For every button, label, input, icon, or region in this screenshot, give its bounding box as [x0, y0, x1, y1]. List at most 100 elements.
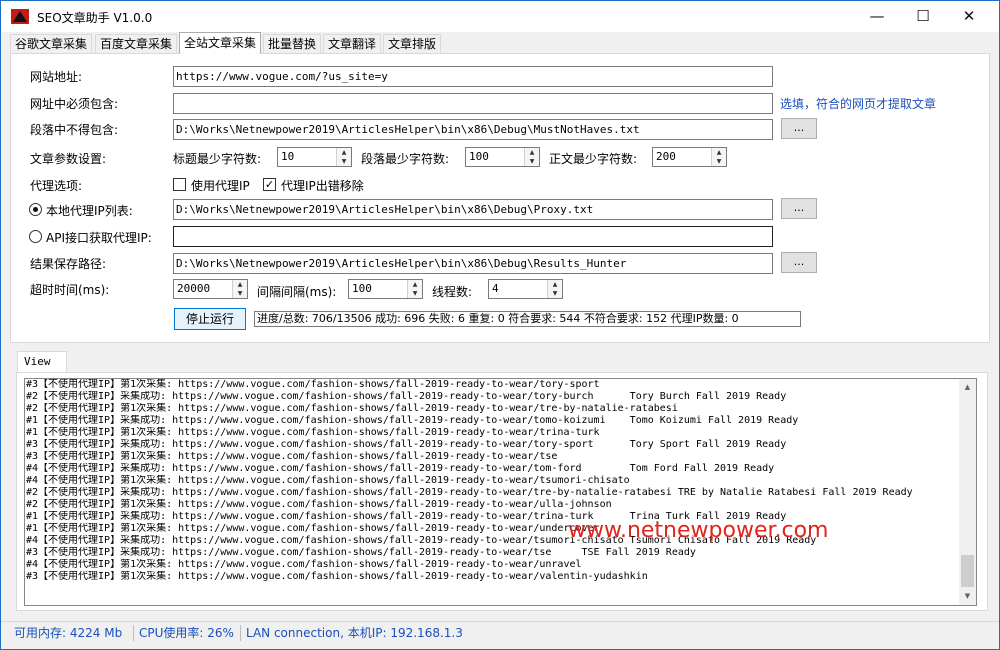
app-window: SEO文章助手 V1.0.0 — ☐ ✕ 谷歌文章采集 百度文章采集 全站文章采…: [0, 0, 1000, 650]
para-min-stepper[interactable]: 100 ▲ ▼: [465, 147, 540, 167]
spin-down-icon[interactable]: ▼: [408, 289, 422, 298]
spin-down-icon[interactable]: ▼: [233, 289, 247, 298]
log-output[interactable]: #3【不使用代理IP】第1次采集: https://www.vogue.com/…: [24, 378, 977, 606]
log-scrollbar[interactable]: ▲ ▼: [959, 379, 976, 605]
spin-down-icon[interactable]: ▼: [337, 157, 351, 166]
must-contain-hint: 选填，符合的网页才提取文章: [780, 97, 937, 111]
tab-google-collect[interactable]: 谷歌文章采集: [10, 34, 93, 53]
threads-label: 线程数:: [432, 285, 473, 299]
use-proxy-label: 使用代理IP: [191, 179, 250, 193]
must-contain-label: 网址中必须包含:: [30, 97, 119, 111]
spin-down-icon[interactable]: ▼: [525, 157, 539, 166]
view-panel: #3【不使用代理IP】第1次采集: https://www.vogue.com/…: [16, 372, 988, 611]
status-bar: 可用内存: 4224 Mb CPU使用率: 26% LAN connection…: [1, 621, 999, 649]
scroll-down-icon[interactable]: ▼: [959, 588, 976, 605]
title-min-label: 标题最少字符数:: [173, 152, 262, 166]
stop-button[interactable]: 停止运行: [174, 308, 246, 330]
log-line: #4【不使用代理IP】第1次采集: https://www.vogue.com/…: [26, 475, 630, 486]
close-icon[interactable]: ✕: [946, 1, 992, 32]
log-line: #2【不使用代理IP】第1次采集: https://www.vogue.com/…: [26, 499, 612, 510]
log-line: #3【不使用代理IP】采集成功: https://www.vogue.com/f…: [26, 547, 696, 558]
watermark: www.netnewpower.com: [568, 518, 829, 543]
use-proxy-checkbox[interactable]: [173, 178, 186, 191]
cpu-status: CPU使用率: 26%: [139, 626, 234, 640]
maximize-icon[interactable]: ☐: [900, 1, 946, 32]
log-line: #2【不使用代理IP】第1次采集: https://www.vogue.com/…: [26, 403, 678, 414]
log-line: #1【不使用代理IP】采集成功: https://www.vogue.com/f…: [26, 415, 799, 426]
api-proxy-input[interactable]: [173, 226, 773, 247]
site-url-input[interactable]: https://www.vogue.com/?us_site=y: [173, 66, 773, 87]
interval-stepper[interactable]: 100 ▲ ▼: [348, 279, 423, 299]
spin-up-icon[interactable]: ▲: [337, 148, 351, 157]
local-proxy-radio[interactable]: [29, 203, 42, 216]
api-proxy-label: API接口获取代理IP:: [46, 231, 152, 245]
scroll-up-icon[interactable]: ▲: [959, 379, 976, 396]
interval-value: 100: [352, 282, 372, 295]
save-path-browse-button[interactable]: ...: [781, 252, 817, 273]
spin-up-icon[interactable]: ▲: [408, 280, 422, 289]
log-line: #1【不使用代理IP】第1次采集: https://www.vogue.com/…: [26, 523, 600, 534]
body-min-value: 200: [656, 150, 676, 163]
remove-error-checkbox[interactable]: ✓: [263, 178, 276, 191]
log-line: #4【不使用代理IP】第1次采集: https://www.vogue.com/…: [26, 559, 582, 570]
spin-down-icon[interactable]: ▼: [548, 289, 562, 298]
must-contain-input[interactable]: [173, 93, 773, 114]
spin-up-icon[interactable]: ▲: [548, 280, 562, 289]
app-logo-icon: [11, 9, 29, 24]
tab-translate[interactable]: 文章翻译: [323, 34, 382, 53]
para-min-value: 100: [469, 150, 489, 163]
must-not-input[interactable]: D:\Works\Netnewpower2019\ArticlesHelper\…: [173, 119, 773, 140]
scroll-thumb[interactable]: [961, 555, 974, 587]
progress-status: 进度/总数: 706/13506 成功: 696 失败: 6 重复: 0 符合要…: [254, 311, 801, 327]
log-line: #4【不使用代理IP】采集成功: https://www.vogue.com/f…: [26, 535, 817, 546]
log-line: #3【不使用代理IP】第1次采集: https://www.vogue.com/…: [26, 571, 648, 582]
local-proxy-input[interactable]: D:\Works\Netnewpower2019\ArticlesHelper\…: [173, 199, 773, 220]
timeout-value: 20000: [177, 282, 211, 295]
spin-up-icon[interactable]: ▲: [712, 148, 726, 157]
tab-baidu-collect[interactable]: 百度文章采集: [95, 34, 178, 53]
spin-up-icon[interactable]: ▲: [525, 148, 539, 157]
threads-stepper[interactable]: 4 ▲ ▼: [488, 279, 563, 299]
status-divider: [133, 625, 134, 641]
tab-view[interactable]: View: [17, 351, 67, 373]
local-proxy-label: 本地代理IP列表:: [46, 204, 133, 218]
log-line: #1【不使用代理IP】采集成功: https://www.vogue.com/f…: [26, 511, 787, 522]
title-min-stepper[interactable]: 10 ▲ ▼: [277, 147, 352, 167]
tab-site-collect[interactable]: 全站文章采集: [179, 32, 262, 54]
title-min-value: 10: [281, 150, 295, 163]
must-not-browse-button[interactable]: ...: [781, 118, 817, 139]
remove-error-label: 代理IP出错移除: [281, 179, 364, 193]
status-divider: [240, 625, 241, 641]
window-title: SEO文章助手 V1.0.0: [37, 11, 153, 25]
log-lines: #3【不使用代理IP】第1次采集: https://www.vogue.com/…: [25, 379, 976, 583]
memory-status: 可用内存: 4224 Mb: [14, 626, 123, 640]
body-min-stepper[interactable]: 200 ▲ ▼: [652, 147, 727, 167]
threads-value: 4: [492, 282, 499, 295]
spin-up-icon[interactable]: ▲: [233, 280, 247, 289]
log-line: #4【不使用代理IP】采集成功: https://www.vogue.com/f…: [26, 463, 775, 474]
local-proxy-browse-button[interactable]: ...: [781, 198, 817, 219]
proxy-label: 代理选项:: [30, 179, 83, 193]
log-line: #3【不使用代理IP】第1次采集: https://www.vogue.com/…: [26, 451, 558, 462]
title-bar[interactable]: SEO文章助手 V1.0.0 — ☐ ✕: [1, 1, 999, 32]
spin-down-icon[interactable]: ▼: [712, 157, 726, 166]
save-path-input[interactable]: D:\Works\Netnewpower2019\ArticlesHelper\…: [173, 253, 773, 274]
tab-format[interactable]: 文章排版: [383, 34, 442, 53]
log-line: #3【不使用代理IP】第1次采集: https://www.vogue.com/…: [26, 379, 600, 390]
must-not-label: 段落中不得包含:: [30, 123, 119, 137]
para-min-label: 段落最少字符数:: [361, 152, 450, 166]
tab-batch-replace[interactable]: 批量替换: [263, 34, 322, 53]
body-min-label: 正文最少字符数:: [549, 152, 638, 166]
api-proxy-radio[interactable]: [29, 230, 42, 243]
settings-panel: 网站地址: https://www.vogue.com/?us_site=y 网…: [10, 53, 990, 343]
network-status: LAN connection, 本机IP: 192.168.1.3: [246, 626, 463, 640]
log-line: #2【不使用代理IP】采集成功: https://www.vogue.com/f…: [26, 391, 787, 402]
interval-label: 间隔间隔(ms):: [257, 285, 337, 299]
params-label: 文章参数设置:: [30, 152, 107, 166]
timeout-stepper[interactable]: 20000 ▲ ▼: [173, 279, 248, 299]
minimize-icon[interactable]: —: [854, 1, 900, 32]
timeout-label: 超时时间(ms):: [30, 283, 110, 297]
save-path-label: 结果保存路径:: [30, 257, 107, 271]
log-line: #1【不使用代理IP】第1次采集: https://www.vogue.com/…: [26, 427, 600, 438]
log-line: #3【不使用代理IP】采集成功: https://www.vogue.com/f…: [26, 439, 787, 450]
